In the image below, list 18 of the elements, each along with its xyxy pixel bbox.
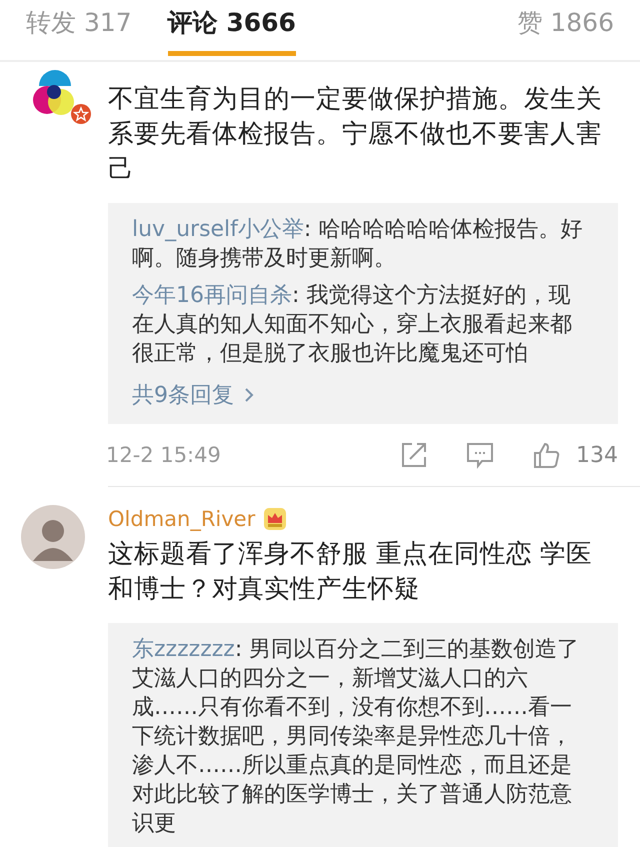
reply-text: luv_urself小公举: 哈哈哈哈哈哈体检报告。好啊。随身携带及时更新啊。 xyxy=(132,216,584,273)
more-replies-link[interactable]: 共9条回复 xyxy=(132,380,254,410)
comment-icon[interactable] xyxy=(466,441,494,469)
comment-text: 这标题看了浑身不舒服 重点在同性恋 学医和博士？对真实性产生怀疑 xyxy=(108,538,594,606)
comment-text: 不宜生育为目的一定要做保护措施。发生关系要先看体检报告。宁愿不做也不要害人害己 xyxy=(108,83,603,186)
chevron-right-icon xyxy=(244,387,254,403)
reply-author-link[interactable]: 今年16再问自杀 xyxy=(132,283,292,308)
reply-text: 东zzzzzzz: 男同以百分之二到三的基数创造了艾滋人口的四分之一，新增艾滋人口的六成……只有你看不到，没有你想不到……看一下统计数据吧，男同传染率是异性恋几十倍，渗人不……所以重点真的是同性恋，而且还是对此比较了解的医学博士，关了普通人防范意识更 xyxy=(132,636,580,838)
tab[interactable]: 转发 317 xyxy=(26,0,132,48)
reply-author-link[interactable]: luv_urself小公举 xyxy=(132,217,304,242)
thumbs-up-icon[interactable] xyxy=(532,441,560,469)
reply-text: 今年16再问自杀: 我觉得这个方法挺好的，现在人真的知人知面不知心，穿上衣服看起来都很正常，但是脱了衣服也许比魔鬼还可怕 xyxy=(132,282,573,368)
reply-author-link[interactable]: 东zzzzzzz xyxy=(132,637,235,662)
share-icon[interactable] xyxy=(400,441,428,469)
like-count: 134 xyxy=(576,442,618,468)
username[interactable]: Oldman_River xyxy=(108,507,256,531)
timestamp: 12-2 15:49 xyxy=(106,443,221,467)
tab[interactable]: 赞 1866 xyxy=(517,0,614,48)
